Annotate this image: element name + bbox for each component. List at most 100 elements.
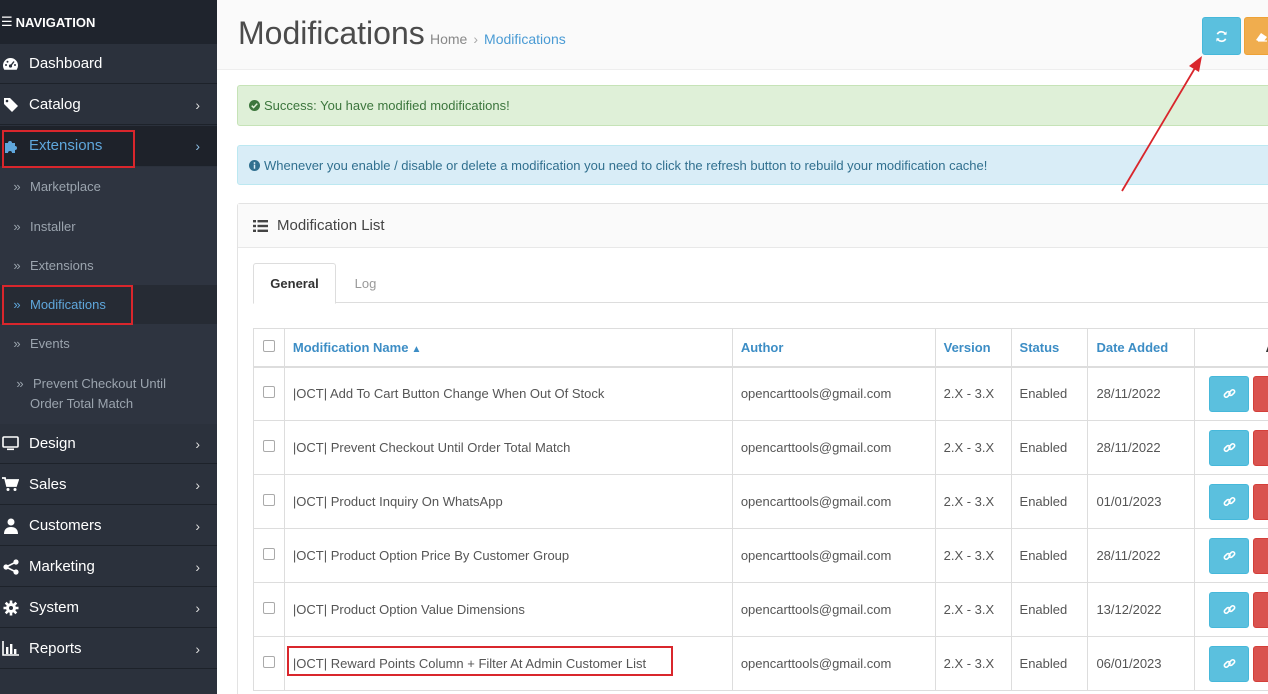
edit-link-button[interactable]	[1209, 537, 1250, 574]
chevron-right-icon: ›	[195, 138, 200, 154]
edit-link-button[interactable]	[1209, 591, 1250, 628]
cell-actions	[1194, 582, 1268, 637]
row-select-cell	[253, 474, 285, 529]
row-checkbox[interactable]	[262, 494, 275, 506]
cell-version: 2.X - 3.X	[934, 420, 1012, 475]
column-header-author[interactable]: Author	[731, 328, 936, 368]
share-icon	[2, 558, 19, 575]
link-icon	[1223, 389, 1236, 399]
panel-heading: Modification List	[238, 204, 1268, 248]
sidebar-item-label: Design	[29, 435, 76, 452]
row-checkbox[interactable]	[262, 440, 275, 452]
sidebar-item-sales[interactable]: Sales ›	[0, 465, 217, 505]
monitor-icon	[2, 435, 19, 452]
sidebar-subitem-label: Installer	[30, 219, 76, 234]
sidebar-item-label: Customers	[29, 517, 102, 534]
action-buttons	[1195, 375, 1268, 412]
delete-button[interactable]	[1253, 645, 1268, 682]
sidebar-item-system[interactable]: System ›	[0, 588, 217, 628]
edit-link-button[interactable]	[1209, 483, 1250, 520]
action-buttons	[1195, 645, 1268, 682]
sidebar-item-design[interactable]: Design ›	[0, 424, 217, 464]
sidebar-subitem-events[interactable]: » Events	[0, 324, 217, 364]
sidebar-subitem-modifications[interactable]: » Modifications	[0, 285, 217, 324]
select-all-checkbox[interactable]	[262, 339, 275, 352]
double-chevron-icon: »	[13, 258, 21, 273]
row-checkbox[interactable]	[262, 386, 275, 399]
delete-button[interactable]	[1253, 429, 1268, 466]
delete-button[interactable]	[1253, 591, 1268, 628]
breadcrumb-home-link[interactable]: Home	[430, 31, 467, 47]
cell-author: opencarttools@gmail.com	[731, 636, 936, 691]
cell-date-added: 28/11/2022	[1087, 366, 1196, 421]
row-select-cell	[253, 636, 285, 691]
sidebar-subitem-label: Events	[30, 336, 70, 351]
breadcrumb-current-link[interactable]: Modifications	[484, 31, 566, 47]
sidebar-item-marketing[interactable]: Marketing ›	[0, 547, 217, 587]
bar-chart-icon	[2, 640, 19, 657]
column-header-version[interactable]: Version	[934, 328, 1012, 368]
sidebar-item-catalog[interactable]: Catalog ›	[0, 85, 217, 125]
cell-date-added: 28/11/2022	[1087, 528, 1196, 583]
cell-version: 2.X - 3.X	[934, 528, 1012, 583]
delete-button[interactable]	[1253, 537, 1268, 574]
link-icon	[1223, 604, 1236, 615]
sidebar-item-extensions[interactable]: Extensions ›	[0, 126, 217, 166]
user-icon	[2, 517, 19, 534]
sidebar-item-dashboard[interactable]: Dashboard	[0, 44, 217, 84]
column-header-date-added[interactable]: Date Added	[1087, 328, 1196, 368]
sidebar-subitem-label: Prevent Checkout Until Order Total Match	[30, 376, 166, 411]
row-checkbox[interactable]	[262, 548, 275, 560]
cell-actions	[1194, 420, 1268, 475]
cell-actions	[1194, 474, 1268, 529]
link-icon	[1223, 442, 1236, 453]
gear-icon	[2, 599, 19, 616]
cell-modification-name: |OCT| Product Inquiry On WhatsApp	[283, 474, 733, 529]
link-icon	[1223, 550, 1236, 561]
breadcrumb-separator: ›	[473, 31, 479, 47]
navigation-header: ☰ NAVIGATION	[0, 0, 217, 44]
cell-version: 2.X - 3.X	[934, 582, 1012, 637]
delete-button[interactable]	[1253, 375, 1268, 412]
tab-log[interactable]: Log	[353, 263, 378, 303]
action-buttons	[1195, 429, 1268, 466]
sidebar-subitem-installer[interactable]: » Installer	[0, 207, 217, 246]
sidebar-item-customers[interactable]: Customers ›	[0, 506, 217, 546]
clear-button[interactable]	[1244, 17, 1268, 55]
link-icon	[1223, 496, 1236, 507]
row-checkbox[interactable]	[262, 656, 275, 668]
column-header-name[interactable]: Modification Name ▲	[283, 328, 733, 368]
table-row: |OCT| Add To Cart Button Change When Out…	[253, 366, 1268, 421]
check-circle-icon	[249, 100, 260, 111]
cell-date-added: 06/01/2023	[1087, 636, 1196, 691]
delete-button[interactable]	[1253, 483, 1268, 520]
action-buttons	[1195, 591, 1268, 628]
edit-link-button[interactable]	[1209, 375, 1250, 412]
cart-icon	[2, 476, 19, 493]
eraser-icon	[1256, 33, 1267, 42]
action-buttons	[1195, 537, 1268, 574]
cell-modification-name: |OCT| Add To Cart Button Change When Out…	[283, 366, 733, 421]
edit-link-button[interactable]	[1209, 645, 1250, 682]
chevron-right-icon: ›	[195, 436, 200, 452]
cell-modification-name: |OCT| Product Option Price By Customer G…	[283, 528, 733, 583]
sidebar-subitem-extensions[interactable]: » Extensions	[0, 246, 217, 285]
sidebar-item-reports[interactable]: Reports ›	[0, 629, 217, 669]
cell-status: Enabled	[1010, 528, 1089, 583]
row-checkbox[interactable]	[262, 602, 275, 614]
tab-general[interactable]: General	[253, 263, 336, 304]
cell-modification-name: |OCT| Product Option Value Dimensions	[283, 582, 733, 637]
sidebar-subitem-marketplace[interactable]: » Marketplace	[0, 167, 217, 207]
row-select-cell	[253, 420, 285, 475]
table-row: |OCT| Prevent Checkout Until Order Total…	[253, 420, 1268, 475]
table-row: |OCT| Product Inquiry On WhatsApp opencar…	[253, 474, 1268, 529]
panel-title: Modification List	[277, 217, 385, 234]
column-header-action: A	[1194, 328, 1268, 368]
column-header-status[interactable]: Status	[1010, 328, 1089, 368]
cell-status: Enabled	[1010, 582, 1089, 637]
sidebar-subitem-prevent-checkout[interactable]: » Prevent Checkout Until Order Total Matc…	[0, 364, 217, 424]
edit-link-button[interactable]	[1209, 429, 1250, 466]
double-chevron-icon: »	[13, 179, 21, 194]
refresh-button[interactable]	[1202, 17, 1241, 55]
chevron-right-icon: ›	[195, 518, 200, 534]
